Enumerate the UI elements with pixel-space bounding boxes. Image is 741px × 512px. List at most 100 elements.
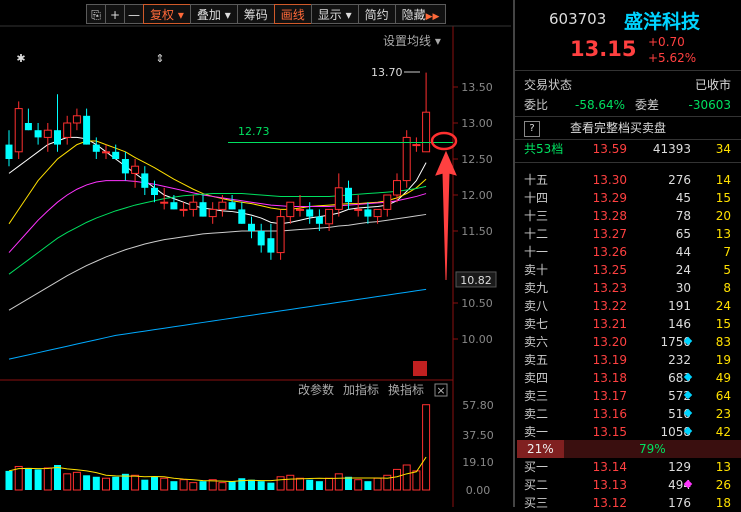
volume-bar <box>364 481 372 490</box>
volume-bar <box>151 476 158 490</box>
level-price: 13.18 <box>592 371 627 385</box>
candle-body <box>121 159 129 174</box>
kline-chart-svg[interactable]: 13.50 13.00 12.50 12.00 11.50 10.50 10.00 10.82… <box>0 0 511 507</box>
status-label: 交易状态 <box>524 78 573 92</box>
full-book-link[interactable]: 查看完整档买卖盘 <box>570 119 666 137</box>
total-volume: 41393 <box>652 142 691 156</box>
level-volume: 276 <box>668 173 691 187</box>
candle-body <box>315 216 323 224</box>
level-price: 13.30 <box>592 173 627 187</box>
display-label: 显示 <box>317 8 342 22</box>
level-count: 7 <box>723 245 731 259</box>
ask-level-row[interactable]: 十一 13.26 44 7 <box>515 243 741 261</box>
level-price: 13.29 <box>592 191 627 205</box>
quote-panel: 603703 盛洋科技 13.15 +0.70 +5.62% 交易状态 已收市 … <box>513 0 741 510</box>
ask-level-row[interactable]: 十二 13.27 65 13 <box>515 225 741 243</box>
ask-level-row[interactable]: 十四 13.29 45 15 <box>515 189 741 207</box>
volume-bar <box>354 479 363 491</box>
level-price: 13.13 <box>592 478 627 492</box>
candle-body <box>276 216 285 254</box>
ask-level-row[interactable]: 卖六 13.20 1750 83 <box>515 333 741 351</box>
display-button[interactable]: 显示 ▾ <box>310 4 359 24</box>
zoom-out-button[interactable]: — <box>124 4 144 24</box>
chart-toolbar: ⎘ + — 复权 ▾ 叠加 ▾ 筹码 画线 显示 ▾ 简约 隐藏▶▶ <box>86 4 447 26</box>
volume-bar <box>238 478 246 490</box>
bid-level-row[interactable]: 买一 13.14 129 13 <box>515 458 741 476</box>
level-label: 卖一 <box>524 425 549 439</box>
status-row: 交易状态 已收市 <box>515 76 741 94</box>
level-label: 买一 <box>524 460 549 474</box>
volume-bar <box>14 465 23 491</box>
ask-level-row[interactable]: 卖七 13.21 146 15 <box>515 315 741 333</box>
ask-level-row[interactable]: 卖一 13.15 1058 42 <box>515 423 741 441</box>
level-count: 15 <box>715 317 731 331</box>
level-label: 卖八 <box>524 299 549 313</box>
ma-line-1 <box>8 136 427 225</box>
ask-level-row[interactable]: 卖九 13.23 30 8 <box>515 279 741 297</box>
simple-button[interactable]: 简约 <box>357 4 396 24</box>
indicator-tab-3: 换指标 <box>388 382 424 397</box>
level-price: 13.23 <box>592 281 627 295</box>
level-label: 十四 <box>524 191 549 205</box>
volume-axis-label: 57.80 <box>462 399 494 412</box>
candle-body <box>248 223 255 231</box>
total-label: 共53档 <box>524 142 564 156</box>
candle-body <box>34 130 42 138</box>
candle-body <box>325 208 334 225</box>
chips-button[interactable]: 筹码 <box>236 4 275 24</box>
buy-sell-ratio-bar: 21% 79% <box>517 440 741 458</box>
candle-body <box>151 187 158 195</box>
level-count: 13 <box>715 460 731 474</box>
level-label: 买三 <box>524 496 549 510</box>
quote-header: 603703 盛洋科技 13.15 +0.70 +5.62% <box>515 0 741 68</box>
draw-line-button[interactable]: 画线 <box>273 4 312 24</box>
kline-chart-panel[interactable]: 13.50 13.00 12.50 12.00 11.50 10.50 10.00 10.82… <box>0 0 511 507</box>
level-label: 十五 <box>524 173 549 187</box>
hide-button[interactable]: 隐藏▶▶ <box>394 4 447 24</box>
wb-value: -58.64% <box>575 98 626 112</box>
lock-button[interactable]: ⎘ <box>86 4 106 24</box>
level-count: 24 <box>715 299 731 313</box>
ask-level-row[interactable]: 卖二 13.16 510 23 <box>515 405 741 423</box>
ask-level-row[interactable]: 卖五 13.19 232 19 <box>515 351 741 369</box>
volume-bar <box>179 479 188 491</box>
volume-bar <box>267 482 275 490</box>
indicator-tab-1: 改参数 <box>298 382 334 397</box>
help-icon[interactable]: ? <box>524 121 540 137</box>
ask-level-row[interactable]: 卖三 13.17 572 64 <box>515 387 741 405</box>
volume-bar <box>393 468 401 491</box>
volume-axis-label: 19.10 <box>462 456 494 469</box>
bid-level-row[interactable]: 买二 13.13 494 26 <box>515 476 741 494</box>
candle-body <box>83 115 91 145</box>
level-label: 卖四 <box>524 371 549 385</box>
volume-bar <box>306 479 314 490</box>
candle-body <box>160 201 169 204</box>
ask-level-row[interactable]: 十五 13.30 276 14 <box>515 171 741 189</box>
candle-body <box>131 165 140 174</box>
wc-value: -30603 <box>688 98 731 112</box>
zoom-in-button[interactable]: + <box>105 4 125 24</box>
volume-bar <box>63 473 72 491</box>
change-value: +0.70 <box>648 35 685 49</box>
adjust-button[interactable]: 复权 ▾ <box>143 4 191 24</box>
ma-settings-button[interactable]: 设置均线 ▾ <box>383 32 441 49</box>
candle-body <box>102 151 110 154</box>
level-count: 42 <box>715 425 731 439</box>
ma-line-3 <box>8 180 427 253</box>
ask-level-row[interactable]: 十三 13.28 78 20 <box>515 207 741 225</box>
full-book-row[interactable]: ? 查看完整档买卖盘 <box>515 119 741 137</box>
candle-body <box>189 201 198 210</box>
candle-body <box>63 122 72 138</box>
ask-level-row[interactable]: 卖十 13.25 24 5 <box>515 261 741 279</box>
ask-level-row[interactable]: 卖八 13.22 191 24 <box>515 297 741 315</box>
overlay-button[interactable]: 叠加 ▾ <box>189 4 238 24</box>
indicator-tab-2: 加指标 <box>343 382 379 397</box>
last-price: 13.15 <box>570 37 637 61</box>
level-count: 13 <box>715 227 731 241</box>
ask-level-row[interactable]: 卖四 13.18 683 49 <box>515 369 741 387</box>
price-axis-label: 13.50 <box>461 81 493 94</box>
candle-body <box>199 202 207 217</box>
bid-level-row[interactable]: 买三 13.12 176 18 <box>515 494 741 512</box>
candle-body <box>43 129 52 138</box>
level-count: 14 <box>715 173 731 187</box>
